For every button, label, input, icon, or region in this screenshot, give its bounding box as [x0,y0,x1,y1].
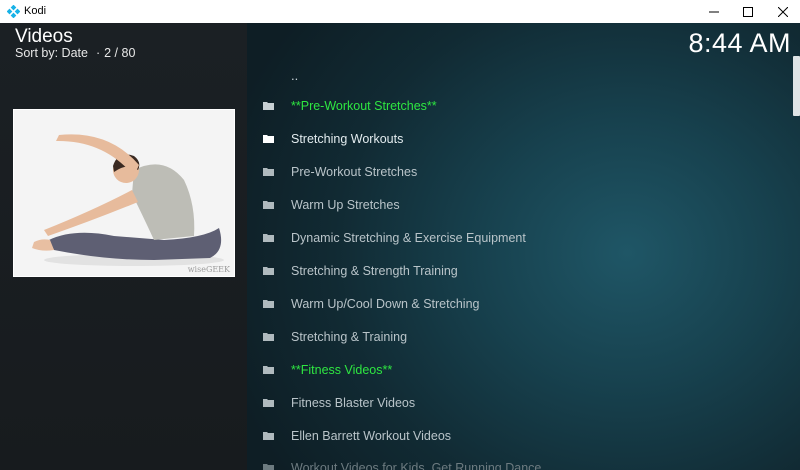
sort-status: Sort by: Date · 2 / 80 [15,46,135,60]
list-item[interactable]: Warm Up Stretches [247,190,777,220]
list-item[interactable]: Stretching Workouts [247,124,777,154]
folder-icon [263,135,274,143]
list-item-label: Fitness Blaster Videos [291,396,416,410]
list-item[interactable]: Workout Videos for Kids, Get Running Dan… [247,453,777,470]
folder-icon [263,464,274,470]
item-thumbnail: wiseGEEK [13,109,235,277]
list-item-label: Stretching & Training [291,330,408,344]
list-item[interactable]: Dynamic Stretching & Exercise Equipment [247,223,777,253]
stretching-woman-image [14,110,234,276]
folder-icon [263,201,274,209]
folder-icon [263,333,274,341]
maximize-icon [743,6,753,17]
close-button[interactable] [766,0,800,23]
thumbnail-watermark: wiseGEEK [187,265,230,274]
list-item[interactable]: Ellen Barrett Workout Videos [247,421,777,451]
list-item-label: Workout Videos for Kids, Get Running Dan… [291,461,542,470]
list-item[interactable]: **Pre-Workout Stretches** [247,91,777,121]
folder-icon [263,432,274,440]
list-item-parent[interactable]: .. [247,63,777,93]
list-item-label: Ellen Barrett Workout Videos [291,429,452,443]
list-item[interactable]: Fitness Blaster Videos [247,388,777,418]
maximize-button[interactable] [731,0,765,23]
list-item-label: Warm Up Stretches [291,198,400,212]
list-item-label: Stretching & Strength Training [291,264,458,278]
window-titlebar: Kodi [0,0,800,24]
page-title: Videos [15,26,73,47]
folder-icon [263,267,274,275]
item-position: 2 / 80 [104,46,136,60]
folder-icon [263,102,274,110]
list-item[interactable]: Pre-Workout Stretches [247,157,777,187]
sort-label: Sort by: Date [15,46,88,60]
kodi-main: Videos Sort by: Date · 2 / 80 8:44 AM wise… [0,23,800,470]
clock: 8:44 AM [688,28,791,58]
window-title: Kodi [24,5,47,17]
list-item[interactable]: Stretching & Strength Training [247,256,777,286]
minimize-icon [709,11,719,12]
list-item[interactable]: **Fitness Videos** [247,355,777,385]
folder-icon [263,168,274,176]
folder-icon [263,234,274,242]
separator-dot: · [95,46,101,60]
folder-icon [263,366,274,374]
folder-icon [263,300,274,308]
list-item-label: Dynamic Stretching & Exercise Equipment [291,231,526,245]
list-scrollbar[interactable] [793,56,800,116]
list-item[interactable]: Warm Up/Cool Down & Stretching [247,289,777,319]
list-item-label: **Pre-Workout Stretches** [291,99,437,113]
minimize-button[interactable] [697,0,731,23]
parent-folder-label: .. [291,68,299,83]
list-item[interactable]: Stretching & Training [247,322,777,352]
list-item-label: **Fitness Videos** [291,363,393,377]
list-item-label: Pre-Workout Stretches [291,165,418,179]
list-item-label: Warm Up/Cool Down & Stretching [291,297,480,311]
folder-icon [263,399,274,407]
list-item-label: Stretching Workouts [291,132,404,146]
kodi-logo-icon [7,5,20,18]
close-icon [778,6,788,17]
